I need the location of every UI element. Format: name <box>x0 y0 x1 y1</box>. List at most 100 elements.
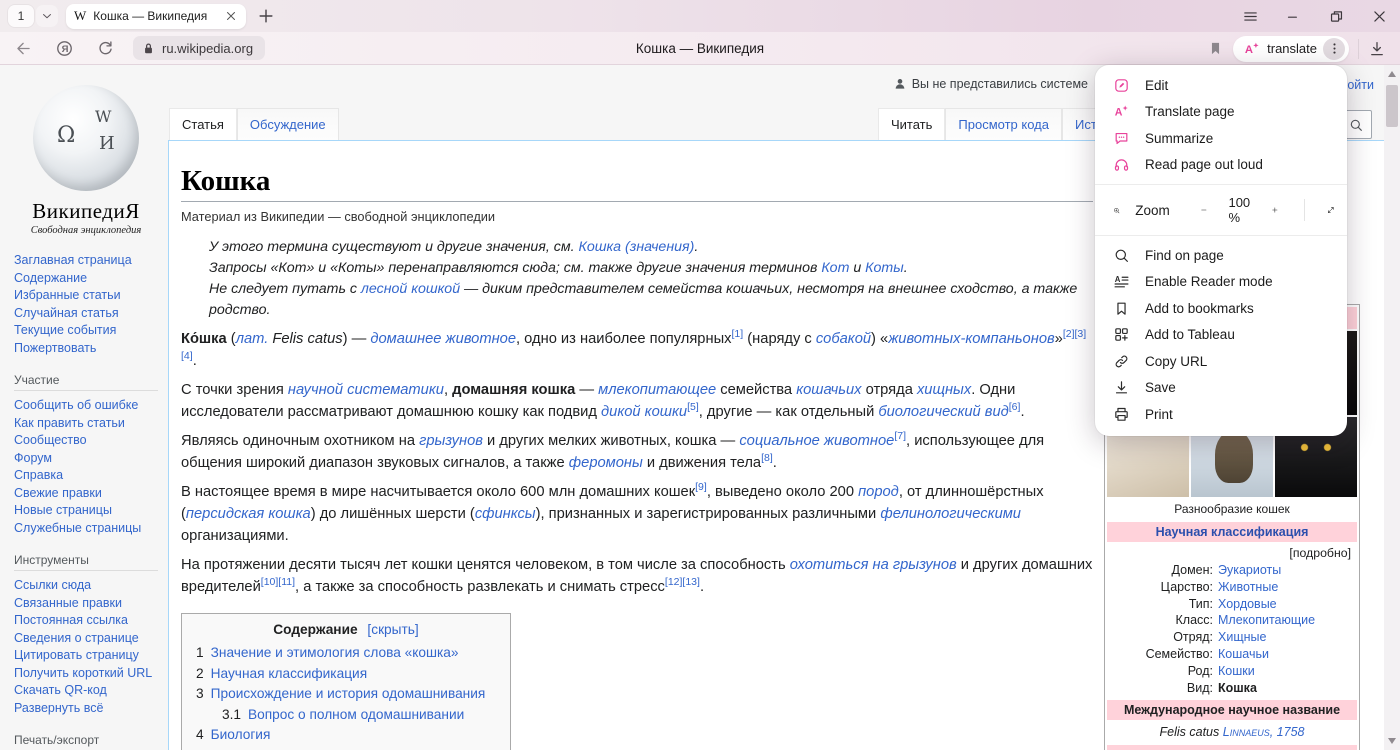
wiki-link[interactable]: хищных <box>917 382 971 398</box>
reference-link[interactable]: [10][11] <box>261 576 295 588</box>
back-icon[interactable] <box>14 39 33 58</box>
download-icon[interactable] <box>1368 40 1386 58</box>
sidebar-item[interactable]: Текущие события <box>14 322 158 340</box>
sidebar-item[interactable]: Новые страницы <box>14 502 158 520</box>
restore-icon[interactable] <box>1328 8 1345 25</box>
sidebar-item[interactable]: Содержание <box>14 270 158 288</box>
taxonomy-value[interactable]: Млекопитающие <box>1218 612 1359 629</box>
sidebar-item[interactable]: Заглавная страница <box>14 252 158 270</box>
reference-link[interactable]: [12][13] <box>665 576 700 588</box>
wiki-link[interactable]: домашнее животное <box>370 331 516 347</box>
reference-link[interactable]: [7] <box>894 430 906 442</box>
toc-link[interactable]: Значение и этимология слова «кошка» <box>211 643 459 664</box>
menu-item-edit[interactable]: Edit <box>1095 72 1347 99</box>
sidebar-item[interactable]: Сведения о странице <box>14 630 158 648</box>
toc-item[interactable]: 3Происхождение и история одомашнивания <box>196 684 496 705</box>
toc-link[interactable]: Физиология <box>248 746 323 750</box>
reference-link[interactable]: [1] <box>732 328 744 340</box>
wiki-link[interactable]: млекопитающее <box>598 382 716 398</box>
menu-item-print[interactable]: Print <box>1095 401 1347 428</box>
taxonomy-value[interactable]: Эукариоты <box>1218 562 1359 579</box>
wiki-link[interactable]: кошачьих <box>796 382 861 398</box>
wiki-link[interactable]: , 1758 <box>1270 725 1305 739</box>
minus-icon[interactable] <box>1200 201 1208 219</box>
view-tab[interactable]: Читать <box>878 108 945 140</box>
sidebar-item[interactable]: Избранные статьи <box>14 287 158 305</box>
menu-item-copy-url[interactable]: Copy URL <box>1095 348 1347 375</box>
sidebar-item[interactable]: Форум <box>14 450 158 468</box>
wiki-link[interactable]: охотиться на грызунов <box>790 557 957 573</box>
sidebar-item[interactable]: Как править статьи <box>14 415 158 433</box>
toc-link[interactable]: Вопрос о полном одомашнивании <box>248 705 464 726</box>
namespace-tab[interactable]: Статья <box>169 108 237 140</box>
reference-link[interactable]: [5] <box>687 401 699 413</box>
toc-item[interactable]: 4.1Физиология <box>196 746 496 750</box>
sidebar-item[interactable]: Служебные страницы <box>14 520 158 538</box>
taxonomy-value[interactable]: Хищные <box>1218 629 1359 646</box>
wiki-link[interactable]: грызунов <box>419 433 483 449</box>
wiki-link[interactable]: Linnaeus <box>1223 725 1270 739</box>
sidebar-item[interactable]: Случайная статья <box>14 305 158 323</box>
tab-counter-button[interactable]: 1 <box>8 5 34 27</box>
wiki-link[interactable]: фелинологическими <box>880 506 1021 522</box>
sidebar-item[interactable]: Развернуть всё <box>14 700 158 718</box>
toc-item[interactable]: 4Биология <box>196 725 496 746</box>
sidebar-item[interactable]: Сообщить об ошибке <box>14 397 158 415</box>
translate-button[interactable]: A translate <box>1233 36 1349 62</box>
wiki-link[interactable]: дикой кошки <box>601 404 687 420</box>
url-chip[interactable]: ru.wikipedia.org <box>133 36 265 60</box>
minimize-icon[interactable] <box>1285 8 1302 25</box>
sidebar-item[interactable]: Справка <box>14 467 158 485</box>
sidebar-item[interactable]: Сообщество <box>14 432 158 450</box>
namespace-tab[interactable]: Обсуждение <box>237 108 339 140</box>
tab-list-button[interactable] <box>36 5 58 27</box>
sidebar-item[interactable]: Постоянная ссылка <box>14 612 158 630</box>
taxonomy-value[interactable]: Кошки <box>1218 663 1359 680</box>
wiki-link[interactable]: Кошка (значения) <box>578 239 694 255</box>
wiki-link[interactable]: социальное животное <box>739 433 894 449</box>
toc-item[interactable]: 3.1Вопрос о полном одомашнивании <box>196 705 496 726</box>
search-icon[interactable] <box>1348 117 1364 133</box>
expand-icon[interactable] <box>1327 201 1335 219</box>
menu-item-enable-reader-mode[interactable]: AEnable Reader mode <box>1095 269 1347 296</box>
sidebar-item[interactable]: Связанные правки <box>14 595 158 613</box>
wiki-link[interactable]: Коты <box>865 260 904 276</box>
wiki-link[interactable]: феромоны <box>569 455 643 471</box>
wiki-link[interactable]: Кот <box>821 260 849 276</box>
reload-icon[interactable] <box>96 39 115 58</box>
close-icon[interactable] <box>1371 8 1388 25</box>
wiki-link[interactable]: собакой <box>816 331 871 347</box>
wiki-link[interactable]: животных-компаньонов <box>888 331 1054 347</box>
hamburger-icon[interactable] <box>1242 8 1259 25</box>
menu-item-save[interactable]: Save <box>1095 375 1347 402</box>
toc-link[interactable]: Биология <box>211 725 271 746</box>
wiki-link[interactable]: лат. <box>236 331 269 347</box>
details-link[interactable]: [подробно] <box>1105 542 1359 562</box>
toc-item[interactable]: 1Значение и этимология слова «кошка» <box>196 643 496 664</box>
wiki-link[interactable]: персидская кошка <box>186 506 311 522</box>
menu-item-summarize[interactable]: Summarize <box>1095 125 1347 152</box>
menu-item-translate-page[interactable]: ATranslate page <box>1095 99 1347 126</box>
browser-tab[interactable]: W Кошка — Википедия <box>66 4 246 29</box>
sidebar-item[interactable]: Пожертвовать <box>14 340 158 358</box>
menu-item-read-page-out-loud[interactable]: Read page out loud <box>1095 152 1347 179</box>
wiki-link[interactable]: научной систематики <box>288 382 444 398</box>
wiki-link[interactable]: сфинксы <box>475 506 536 522</box>
taxonomy-value[interactable]: Кошачьи <box>1218 646 1359 663</box>
toc-link[interactable]: Научная классификация <box>211 664 367 685</box>
yandex-icon[interactable]: Я <box>55 39 74 58</box>
wikipedia-logo[interactable]: Ω W И <box>33 85 139 191</box>
menu-item-add-to-bookmarks[interactable]: Add to bookmarks <box>1095 295 1347 322</box>
toc-link[interactable]: Происхождение и история одомашнивания <box>211 684 486 705</box>
toc-hide-link[interactable]: [скрыть] <box>367 622 418 637</box>
sidebar-item[interactable]: Скачать QR-код <box>14 682 158 700</box>
plus-icon[interactable] <box>1271 201 1279 219</box>
toc-item[interactable]: 2Научная классификация <box>196 664 496 685</box>
scroll-down-icon[interactable] <box>1388 738 1396 744</box>
menu-item-add-to-tableau[interactable]: Add to Tableau <box>1095 322 1347 349</box>
wiki-link[interactable]: биологический вид <box>878 404 1008 420</box>
vertical-scrollbar[interactable] <box>1384 65 1400 750</box>
reference-link[interactable]: [9] <box>695 481 707 493</box>
new-tab-icon[interactable] <box>256 6 276 26</box>
sidebar-item[interactable]: Получить короткий URL <box>14 665 158 683</box>
